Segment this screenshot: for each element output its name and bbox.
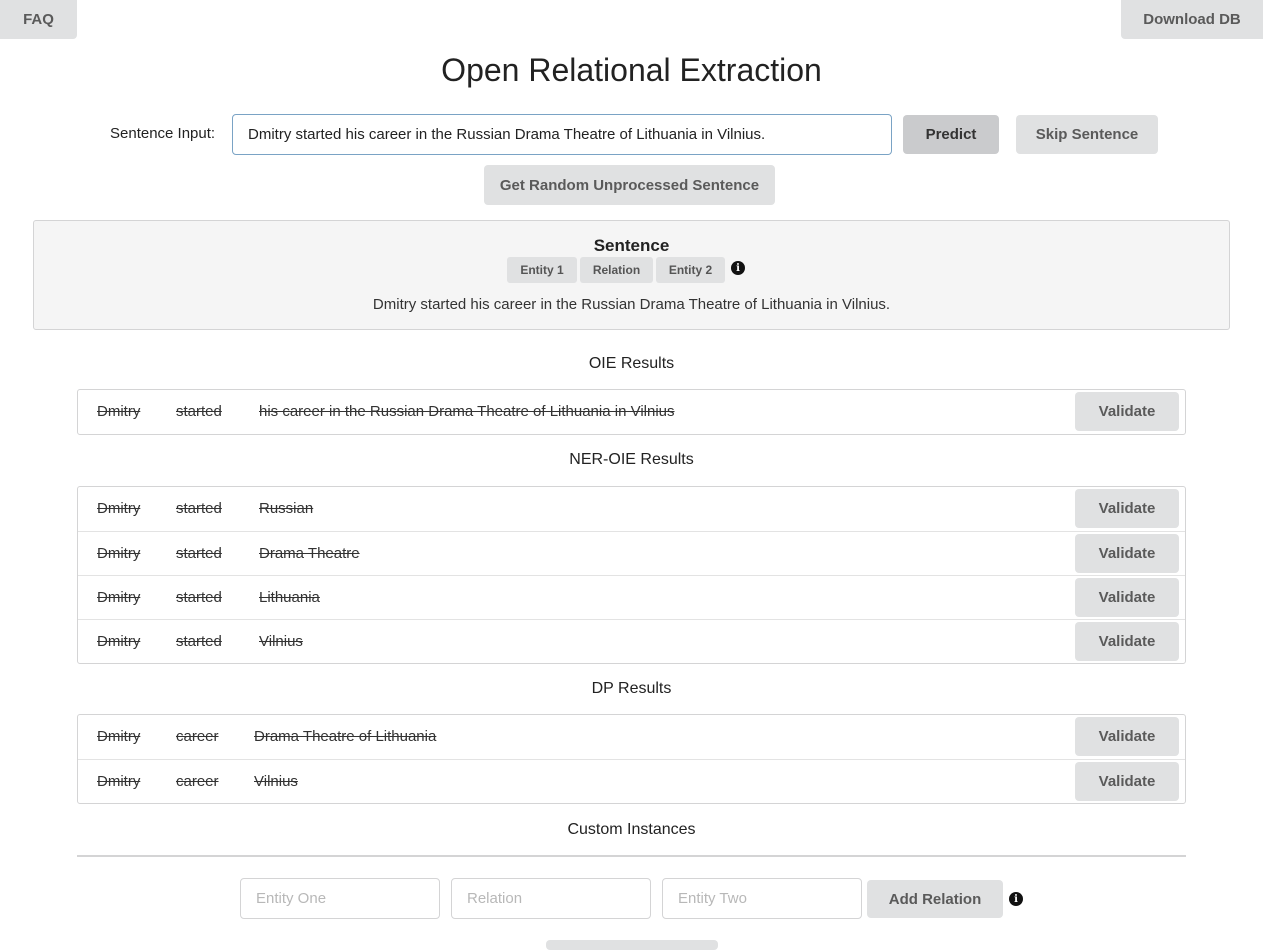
validate-button[interactable]: Validate <box>1075 622 1179 661</box>
entity-2-cell: Drama Theatre of Lithuania <box>254 728 437 745</box>
relation-cell: career <box>176 773 219 790</box>
entity-2-cell: Vilnius <box>254 773 298 790</box>
table-row: Dmitry started Russian Validate <box>78 487 1185 531</box>
info-icon[interactable]: i <box>1009 892 1023 906</box>
relation-cell: started <box>176 403 222 420</box>
entity-1-cell: Dmitry <box>97 589 141 606</box>
legend-entity-2: Entity 2 <box>656 257 725 283</box>
bottom-button[interactable] <box>546 940 718 950</box>
entity-two-input[interactable] <box>662 878 862 919</box>
dp-results-table: Dmitry career Drama Theatre of Lithuania… <box>77 714 1186 804</box>
validate-button[interactable]: Validate <box>1075 534 1179 573</box>
divider <box>77 855 1186 857</box>
entity-one-input[interactable] <box>240 878 440 919</box>
validate-button[interactable]: Validate <box>1075 489 1179 528</box>
ner-oie-results-table: Dmitry started Russian Validate Dmitry s… <box>77 486 1186 664</box>
dp-results-title: DP Results <box>591 680 672 697</box>
legend-entity-1: Entity 1 <box>507 257 577 283</box>
entity-2-cell: Lithuania <box>259 589 320 606</box>
validate-button[interactable]: Validate <box>1075 762 1179 801</box>
relation-input[interactable] <box>451 878 651 919</box>
oie-results-title: OIE Results <box>588 355 675 372</box>
entity-1-cell: Dmitry <box>97 633 141 650</box>
table-row: Dmitry started Lithuania Validate <box>78 575 1185 619</box>
relation-cell: started <box>176 633 222 650</box>
sentence-text: Dmitry started his career in the Russian… <box>372 296 891 313</box>
table-row: Dmitry started Vilnius Validate <box>78 619 1185 663</box>
entity-2-cell: Drama Theatre <box>259 545 360 562</box>
validate-button[interactable]: Validate <box>1075 392 1179 431</box>
entity-1-cell: Dmitry <box>97 728 141 745</box>
entity-2-cell: Vilnius <box>259 633 303 650</box>
entity-1-cell: Dmitry <box>97 545 141 562</box>
faq-button[interactable]: FAQ <box>0 0 77 39</box>
custom-instances-title: Custom Instances <box>567 821 696 838</box>
entity-2-cell: Russian <box>259 500 314 517</box>
skip-sentence-button[interactable]: Skip Sentence <box>1016 115 1158 154</box>
ner-oie-results-title: NER-OIE Results <box>569 451 694 468</box>
table-row: Dmitry started his career in the Russian… <box>78 390 1185 434</box>
validate-button[interactable]: Validate <box>1075 717 1179 756</box>
validate-button[interactable]: Validate <box>1075 578 1179 617</box>
table-row: Dmitry career Vilnius Validate <box>78 759 1185 803</box>
oie-results-table: Dmitry started his career in the Russian… <box>77 389 1186 435</box>
entity-1-cell: Dmitry <box>97 773 141 790</box>
relation-cell: started <box>176 545 222 562</box>
sentence-input[interactable] <box>232 114 892 155</box>
sentence-heading: Sentence <box>593 236 670 255</box>
entity-1-cell: Dmitry <box>97 403 141 420</box>
relation-cell: started <box>176 500 222 517</box>
entity-1-cell: Dmitry <box>97 500 141 517</box>
entity-2-cell: his career in the Russian Drama Theatre … <box>259 403 675 420</box>
sentence-input-label: Sentence Input: <box>110 125 216 142</box>
download-db-button[interactable]: Download DB <box>1121 0 1263 39</box>
relation-cell: started <box>176 589 222 606</box>
predict-button[interactable]: Predict <box>903 115 999 154</box>
random-sentence-button[interactable]: Get Random Unprocessed Sentence <box>484 165 775 205</box>
relation-cell: career <box>176 728 219 745</box>
table-row: Dmitry career Drama Theatre of Lithuania… <box>78 715 1185 759</box>
sentence-panel: Sentence Entity 1 Relation Entity 2 i Dm… <box>33 220 1230 330</box>
info-icon[interactable]: i <box>731 261 745 275</box>
add-relation-button[interactable]: Add Relation <box>867 880 1003 918</box>
legend-relation: Relation <box>580 257 653 283</box>
table-row: Dmitry started Drama Theatre Validate <box>78 531 1185 575</box>
page-title: Open Relational Extraction <box>441 52 822 88</box>
